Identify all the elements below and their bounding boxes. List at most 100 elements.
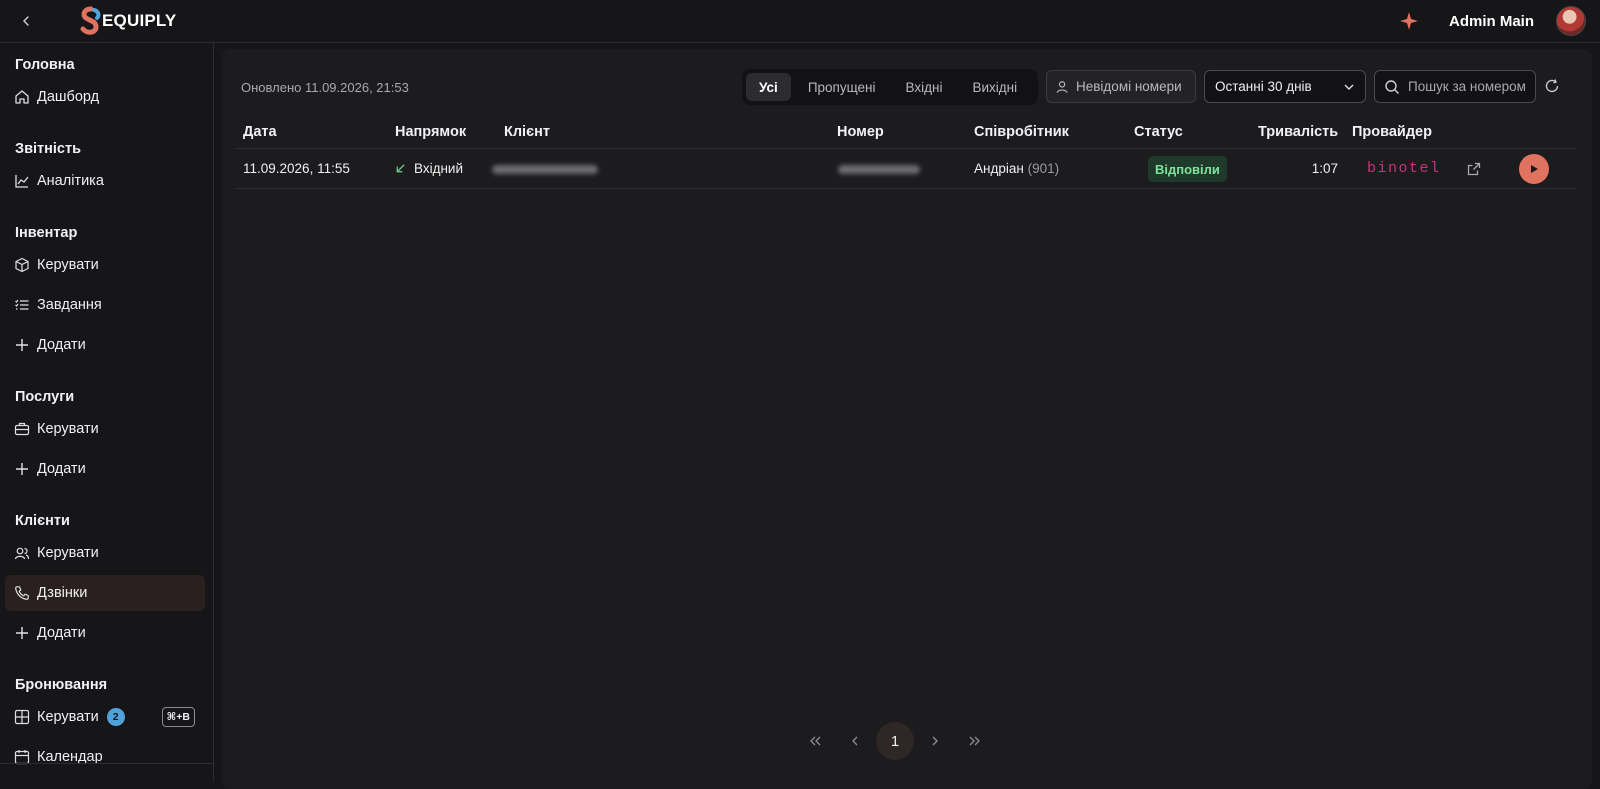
sidebar-item-label: Керувати: [37, 257, 99, 273]
date-range-value: Останні 30 днів: [1215, 79, 1312, 94]
chevron-right-icon: [932, 736, 938, 746]
chevron-left-icon: [22, 16, 29, 26]
plus-icon: [14, 337, 30, 353]
list-checks-icon: [14, 297, 30, 313]
sidebar-item-label: Додати: [37, 337, 86, 353]
employee-extension: (901): [1027, 161, 1060, 176]
col-number[interactable]: Номер: [837, 124, 884, 140]
section-title-services: Послуги: [15, 389, 75, 405]
plus-icon: [14, 625, 30, 641]
call-duration: 1:07: [1311, 161, 1338, 176]
box-icon: [14, 257, 30, 273]
unknown-numbers-button[interactable]: Невідомі номери: [1046, 70, 1196, 103]
grid-icon: [14, 709, 30, 725]
plus-icon: [14, 461, 30, 477]
search-icon: [1385, 79, 1399, 94]
sidebar-item-calls[interactable]: Дзвінки: [5, 575, 205, 611]
col-date[interactable]: Дата: [243, 124, 277, 140]
tab-incoming[interactable]: Вхідні: [893, 73, 956, 101]
next-page-button[interactable]: [916, 722, 954, 760]
sidebar-item-label: Керувати: [37, 545, 99, 561]
section-title-home: Головна: [15, 57, 75, 73]
chevrons-left-icon: [810, 736, 821, 746]
sidebar-item-clients-add[interactable]: Додати: [5, 615, 205, 651]
date-range-select[interactable]: Останні 30 днів: [1204, 70, 1366, 103]
employee-name: Андріан: [974, 161, 1024, 176]
sidebar-item-clients-manage[interactable]: Керувати: [5, 535, 205, 571]
sidebar-item-tasks[interactable]: Завдання: [5, 287, 205, 323]
calls-panel: Оновлено 11.09.2026, 21:53 Усі Пропущені…: [222, 49, 1592, 789]
chart-line-icon: [14, 173, 30, 189]
sidebar-item-label: Аналітика: [37, 173, 104, 189]
sidebar-item-label: Додати: [37, 461, 86, 477]
sidebar-item-label: Дашборд: [37, 89, 100, 105]
user-name[interactable]: Admin Main: [1449, 13, 1534, 30]
col-duration[interactable]: Тривалість: [1258, 124, 1338, 140]
first-page-button[interactable]: [796, 722, 834, 760]
sidebar-item-dashboard[interactable]: Дашборд: [5, 79, 205, 115]
phone-icon: [14, 585, 30, 601]
table-row[interactable]: 11.09.2026, 11:55 Вхідний Андріан (901) …: [236, 149, 1576, 189]
tab-all[interactable]: Усі: [746, 73, 791, 101]
refresh-icon[interactable]: [1544, 78, 1560, 94]
direction-label: Вхідний: [414, 161, 464, 176]
chevron-left-icon: [852, 736, 858, 746]
briefcase-icon: [14, 421, 30, 437]
prev-page-button[interactable]: [836, 722, 874, 760]
col-provider[interactable]: Провайдер: [1352, 124, 1432, 140]
col-direction[interactable]: Напрямок: [395, 124, 466, 140]
tab-outgoing[interactable]: Вихідні: [959, 73, 1030, 101]
call-direction: Вхідний: [395, 161, 463, 176]
sidebar-item-inventory-manage[interactable]: Керувати: [5, 247, 205, 283]
tab-missed[interactable]: Пропущені: [795, 73, 889, 101]
phone-number-redacted: [838, 165, 920, 174]
section-title-reports: Звітність: [15, 141, 81, 157]
logo-mark-icon: [78, 6, 104, 36]
shortcut-hint: ⌘+B: [161, 707, 195, 727]
unknown-numbers-label: Невідомі номери: [1076, 79, 1182, 94]
home-icon: [14, 89, 30, 105]
sidebar-item-services-manage[interactable]: Керувати: [5, 411, 205, 447]
search-input[interactable]: [1408, 79, 1526, 94]
logo[interactable]: EQUIPLY: [78, 6, 176, 36]
user-icon: [1056, 80, 1068, 93]
sidebar-item-services-add[interactable]: Додати: [5, 451, 205, 487]
status-badge: Відповіли: [1148, 156, 1227, 182]
sidebar-item-inventory-add[interactable]: Додати: [5, 327, 205, 363]
col-status[interactable]: Статус: [1134, 124, 1183, 140]
external-link-icon[interactable]: [1466, 161, 1482, 177]
play-recording-button[interactable]: [1519, 154, 1549, 184]
table-header: Дата Напрямок Клієнт Номер Співробітник …: [236, 119, 1576, 149]
avatar[interactable]: [1556, 6, 1586, 36]
last-page-button[interactable]: [956, 722, 994, 760]
client-name-redacted: [492, 165, 598, 174]
section-title-inventory: Інвентар: [15, 225, 78, 241]
sparkle-icon[interactable]: [1399, 11, 1419, 31]
page-1-button[interactable]: 1: [876, 722, 914, 760]
logo-text: EQUIPLY: [102, 11, 177, 30]
col-client[interactable]: Клієнт: [504, 124, 550, 140]
pagination: 1: [795, 722, 995, 760]
chevrons-right-icon: [969, 736, 980, 746]
search-box: [1374, 70, 1536, 103]
sidebar-item-analytics[interactable]: Аналітика: [5, 163, 205, 199]
chevron-down-icon: [1344, 84, 1354, 90]
back-button[interactable]: [0, 0, 52, 43]
sidebar-item-bookings-manage[interactable]: Керувати 2 ⌘+B: [5, 699, 205, 735]
arrow-down-left-icon: [396, 164, 405, 173]
section-title-bookings: Бронювання: [15, 677, 108, 693]
provider-logo: binotel: [1367, 160, 1441, 177]
sidebar: Головна Дашборд Звітність Аналітика Інве…: [0, 43, 214, 781]
users-icon: [14, 545, 30, 561]
col-employee[interactable]: Співробітник: [974, 124, 1069, 140]
sidebar-item-label: Дзвінки: [37, 585, 88, 601]
sidebar-item-calendar[interactable]: Календар: [5, 739, 205, 775]
section-title-clients: Клієнти: [15, 513, 70, 529]
sidebar-item-label: Керувати: [37, 421, 99, 437]
sidebar-item-label: Керувати: [37, 709, 99, 725]
top-bar: EQUIPLY Admin Main: [0, 0, 1600, 43]
play-icon: [1531, 165, 1538, 173]
call-employee: Андріан (901): [974, 161, 1059, 176]
sidebar-item-label: Завдання: [37, 297, 102, 313]
sidebar-divider: [0, 763, 213, 764]
